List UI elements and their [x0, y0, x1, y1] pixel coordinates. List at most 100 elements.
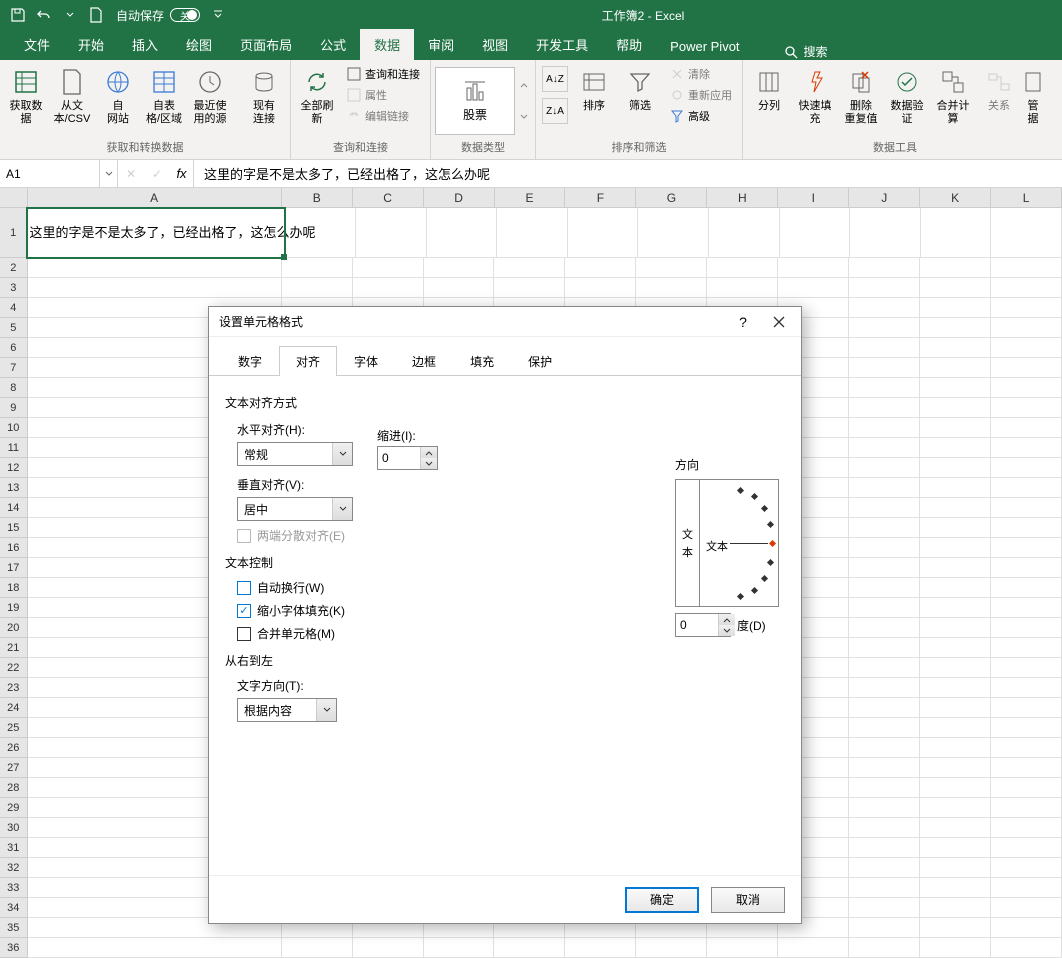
from-web-button[interactable]: 自 网站	[96, 64, 140, 136]
cell[interactable]	[920, 278, 991, 298]
row-header[interactable]: 4	[0, 298, 28, 318]
tab-layout[interactable]: 页面布局	[226, 29, 306, 60]
cell[interactable]	[920, 498, 991, 518]
tab-review[interactable]: 审阅	[414, 29, 468, 60]
row-header[interactable]: 7	[0, 358, 28, 378]
cell[interactable]	[991, 818, 1062, 838]
row-header[interactable]: 9	[0, 398, 28, 418]
sort-asc-button[interactable]: A↓Z	[542, 66, 568, 92]
cell[interactable]	[849, 578, 920, 598]
cell[interactable]	[920, 378, 991, 398]
cell[interactable]	[282, 938, 353, 958]
cell[interactable]	[636, 938, 707, 958]
cell[interactable]	[991, 878, 1062, 898]
row-header[interactable]: 24	[0, 698, 28, 718]
cell[interactable]	[356, 208, 427, 258]
cell[interactable]	[991, 838, 1062, 858]
indent-input[interactable]	[378, 447, 420, 469]
cell[interactable]	[920, 618, 991, 638]
row-header[interactable]: 3	[0, 278, 28, 298]
row-header[interactable]: 29	[0, 798, 28, 818]
cell[interactable]	[565, 258, 636, 278]
cell[interactable]	[849, 258, 920, 278]
cell[interactable]	[920, 398, 991, 418]
col-header[interactable]: G	[636, 188, 707, 207]
row-header[interactable]: 28	[0, 778, 28, 798]
from-text-csv-button[interactable]: 从文 本/CSV	[50, 64, 94, 136]
tab-view[interactable]: 视图	[468, 29, 522, 60]
cell[interactable]	[353, 258, 424, 278]
tab-data[interactable]: 数据	[360, 29, 414, 60]
cell[interactable]	[991, 698, 1062, 718]
row-header[interactable]: 33	[0, 878, 28, 898]
tab-home[interactable]: 开始	[64, 29, 118, 60]
row-header[interactable]: 23	[0, 678, 28, 698]
cell[interactable]	[424, 278, 495, 298]
row-header[interactable]: 16	[0, 538, 28, 558]
cell[interactable]	[920, 778, 991, 798]
row-header[interactable]: 19	[0, 598, 28, 618]
cell[interactable]	[991, 898, 1062, 918]
cell[interactable]	[849, 618, 920, 638]
cell[interactable]	[920, 578, 991, 598]
tab-insert[interactable]: 插入	[118, 29, 172, 60]
cell[interactable]	[636, 278, 707, 298]
cell[interactable]	[991, 638, 1062, 658]
row-header[interactable]: 22	[0, 658, 28, 678]
degree-up[interactable]	[719, 614, 735, 625]
cell[interactable]	[28, 938, 282, 958]
row-header[interactable]: 20	[0, 618, 28, 638]
cell[interactable]	[991, 458, 1062, 478]
row-header[interactable]: 27	[0, 758, 28, 778]
cell[interactable]	[638, 208, 709, 258]
sort-button[interactable]: 排序	[572, 64, 616, 136]
row-header[interactable]: 31	[0, 838, 28, 858]
col-header[interactable]: A	[28, 188, 282, 207]
cell[interactable]	[282, 258, 353, 278]
cell[interactable]	[282, 278, 353, 298]
undo-button[interactable]	[32, 3, 56, 27]
cell[interactable]	[920, 478, 991, 498]
cell[interactable]	[849, 718, 920, 738]
cell[interactable]	[568, 208, 639, 258]
cell[interactable]	[991, 718, 1062, 738]
cell[interactable]	[991, 758, 1062, 778]
cell[interactable]	[849, 358, 920, 378]
cell[interactable]	[991, 738, 1062, 758]
cell[interactable]	[920, 538, 991, 558]
h-align-select[interactable]: 常规	[237, 442, 353, 466]
row-header[interactable]: 34	[0, 898, 28, 918]
tab-border[interactable]: 边框	[395, 346, 453, 376]
cell[interactable]	[849, 798, 920, 818]
undo-dropdown[interactable]	[58, 3, 82, 27]
datatype-scroll-up[interactable]	[519, 80, 529, 90]
cell[interactable]	[920, 758, 991, 778]
cell[interactable]	[427, 208, 498, 258]
cell[interactable]	[424, 258, 495, 278]
cell[interactable]	[849, 658, 920, 678]
qat-customize[interactable]	[206, 3, 230, 27]
cell[interactable]	[494, 258, 565, 278]
cell[interactable]	[849, 898, 920, 918]
cell[interactable]	[778, 258, 849, 278]
cell[interactable]	[920, 898, 991, 918]
cell[interactable]	[920, 798, 991, 818]
tab-file[interactable]: 文件	[10, 29, 64, 60]
col-header[interactable]: E	[495, 188, 566, 207]
cell[interactable]	[849, 698, 920, 718]
cell[interactable]	[991, 578, 1062, 598]
orientation-dial[interactable]: 文本	[700, 480, 778, 606]
data-validation-button[interactable]: 数据验 证	[885, 64, 929, 136]
cell[interactable]	[849, 878, 920, 898]
cell[interactable]	[709, 208, 780, 258]
cell[interactable]	[849, 738, 920, 758]
cell[interactable]	[991, 518, 1062, 538]
fx-icon[interactable]: fx	[170, 160, 194, 187]
cell[interactable]	[849, 318, 920, 338]
refresh-all-button[interactable]: 全部刷 新	[295, 64, 339, 136]
cell[interactable]	[849, 418, 920, 438]
row-header[interactable]: 10	[0, 418, 28, 438]
cell[interactable]	[565, 278, 636, 298]
queries-connections-button[interactable]: 查询和连接	[341, 64, 426, 84]
cell[interactable]	[424, 938, 495, 958]
